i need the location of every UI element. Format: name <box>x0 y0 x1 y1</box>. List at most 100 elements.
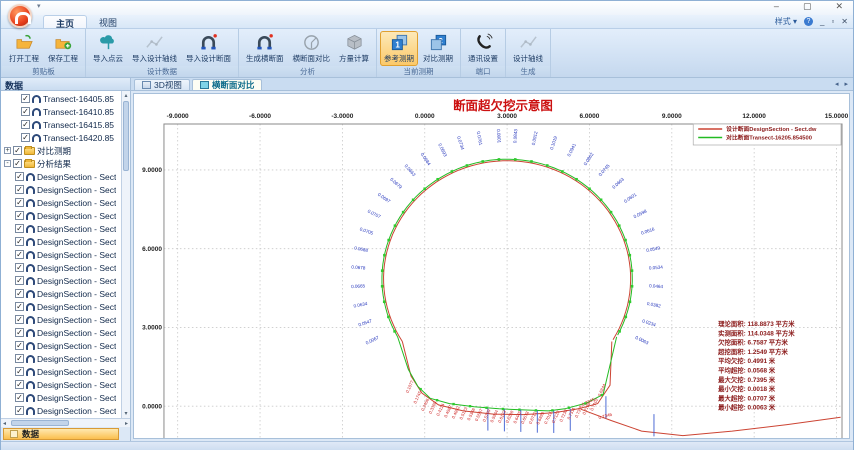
tree-checkbox[interactable]: ✓ <box>21 107 30 116</box>
tree-checkbox[interactable]: ✓ <box>15 393 24 402</box>
help-icon[interactable]: ? <box>804 17 813 26</box>
tree-checkbox[interactable]: ✓ <box>15 328 24 337</box>
scrollbar-thumb[interactable] <box>11 420 69 426</box>
section-icon <box>26 329 35 337</box>
ribbon-group-0: 打开工程保存工程剪贴板 <box>2 29 86 77</box>
overbreak-value-label: 0.0679 <box>389 177 403 190</box>
mdi-minimize-button[interactable]: _ <box>820 17 824 26</box>
vertical-scrollbar[interactable]: ▴▾ <box>121 91 130 418</box>
tree-checkbox[interactable]: ✓ <box>15 237 24 246</box>
ribbon-button-导入设计断面[interactable]: 导入设计断面 <box>182 31 235 66</box>
tree-checkbox[interactable]: ✓ <box>15 302 24 311</box>
doc-tab-0[interactable]: 3D视图 <box>134 79 190 90</box>
scrollbar-thumb[interactable] <box>123 101 129 171</box>
tree-item-section[interactable]: ✓DesignSection - Sect <box>1 378 130 391</box>
tree-item-folder[interactable]: +✓对比测期 <box>1 144 130 157</box>
ribbon-tab-0[interactable]: 主页 <box>43 15 87 28</box>
ribbon-button-设计轴线[interactable]: 设计轴线 <box>509 31 547 66</box>
horizontal-scrollbar[interactable]: ◂ ▸ <box>1 418 130 427</box>
scroll-right-icon[interactable]: ▸ <box>125 420 128 427</box>
tree-checkbox[interactable]: ✓ <box>15 172 24 181</box>
ribbon-button-通讯设置[interactable]: 通讯设置 <box>464 31 502 66</box>
tree-checkbox[interactable]: ✓ <box>21 120 30 129</box>
tree-item-section[interactable]: ✓DesignSection - Sect <box>1 170 130 183</box>
tree-checkbox[interactable]: ✓ <box>13 146 22 155</box>
maximize-button[interactable]: ▢ <box>803 1 812 12</box>
ribbon-button-横断面对比[interactable]: 横断面对比 <box>289 31 335 66</box>
tree-checkbox[interactable]: ✓ <box>15 406 24 415</box>
tree-checkbox[interactable]: ✓ <box>15 276 24 285</box>
tree-item-section[interactable]: ✓DesignSection - Sect <box>1 248 130 261</box>
collapse-icon[interactable]: - <box>4 160 11 167</box>
tree-checkbox[interactable]: ✓ <box>15 289 24 298</box>
data-panel-tab[interactable]: 数据 <box>3 428 119 440</box>
tree-checkbox[interactable]: ✓ <box>15 263 24 272</box>
style-menu-button[interactable]: 样式 ▾ <box>775 16 797 27</box>
tree-item-section[interactable]: ✓DesignSection - Sect <box>1 274 130 287</box>
ribbon-button-保存工程[interactable]: 保存工程 <box>44 31 82 66</box>
doc-tab-1[interactable]: 横断面对比 <box>192 79 263 90</box>
tree-item-section[interactable]: ✓DesignSection - Sect <box>1 235 130 248</box>
tree-item-section[interactable]: ✓DesignSection - Sect <box>1 313 130 326</box>
tree-item-section[interactable]: ✓DesignSection - Sect <box>1 391 130 404</box>
overbreak-value-label: 0.0067 <box>365 335 380 346</box>
ribbon-button-打开工程[interactable]: 打开工程 <box>5 31 43 66</box>
tree-checkbox[interactable]: ✓ <box>15 250 24 259</box>
expand-icon[interactable]: + <box>4 147 11 154</box>
main-area: ✓Transect-16405.85✓Transect-16410.85✓Tra… <box>1 91 853 441</box>
tree-checkbox[interactable]: ✓ <box>15 211 24 220</box>
tree-checkbox[interactable]: ✓ <box>15 367 24 376</box>
tree-item-section[interactable]: ✓DesignSection - Sect <box>1 196 130 209</box>
tree-checkbox[interactable]: ✓ <box>21 94 30 103</box>
tree-item-section[interactable]: ✓DesignSection - Sect <box>1 261 130 274</box>
quick-access-arrow-icon[interactable]: ▾ <box>37 2 41 10</box>
tree-checkbox[interactable]: ✓ <box>15 198 24 207</box>
app-logo-icon[interactable] <box>8 4 32 28</box>
tree-item-section[interactable]: ✓DesignSection - Sect <box>1 326 130 339</box>
doc-tab-icon <box>200 81 209 89</box>
measure-point-marker <box>535 409 537 411</box>
tree-item-transect[interactable]: ✓Transect-16420.85 <box>1 131 130 144</box>
tree-checkbox[interactable]: ✓ <box>15 185 24 194</box>
ribbon-button-参考测期[interactable]: 1参考测期 <box>380 31 418 66</box>
ribbon-button-方量计算[interactable]: 方量计算 <box>335 31 373 66</box>
stat-line: 平均超挖: 0.0568 米 <box>718 365 776 374</box>
tree-item-section[interactable]: ✓DesignSection - Sect <box>1 287 130 300</box>
tree-item-folder[interactable]: -✓分析结果 <box>1 157 130 170</box>
tree-item-section[interactable]: ✓DesignSection - Sect <box>1 209 130 222</box>
measure-point-marker <box>436 178 439 181</box>
close-button[interactable]: ✕ <box>835 1 843 12</box>
tree-item-section[interactable]: ✓DesignSection - Sect <box>1 300 130 313</box>
tree-item-section[interactable]: ✓DesignSection - Sect <box>1 404 130 417</box>
tree-checkbox[interactable]: ✓ <box>13 159 22 168</box>
tree-item-transect[interactable]: ✓Transect-16405.85 <box>1 92 130 105</box>
ribbon-group-1: 导入点云导入设计轴线导入设计断面设计数据 <box>86 29 239 77</box>
document-tabs: 3D视图横断面对比 <box>131 78 853 90</box>
mdi-close-button[interactable]: ✕ <box>841 17 848 26</box>
tree-checkbox[interactable]: ✓ <box>15 341 24 350</box>
ribbon-button-导入设计轴线[interactable]: 导入设计轴线 <box>128 31 181 66</box>
tree-checkbox[interactable]: ✓ <box>15 354 24 363</box>
ribbon-button-对比测期[interactable]: 2对比测期 <box>419 31 457 66</box>
scroll-left-icon[interactable]: ◂ <box>3 420 6 427</box>
doc-tab-nav-arrows[interactable]: ◂ ▸ <box>835 80 850 88</box>
mdi-restore-button[interactable]: ▫ <box>831 17 834 26</box>
scroll-down-icon[interactable]: ▾ <box>122 410 130 417</box>
app-window: ▾ – ▢ ✕ 主页视图 样式 ▾ ? _ ▫ ✕ 打开工程保存工程剪贴板导入点… <box>0 0 854 450</box>
tree-item-transect[interactable]: ✓Transect-16415.85 <box>1 118 130 131</box>
ribbon-tab-1[interactable]: 视图 <box>87 15 129 28</box>
tree-item-section[interactable]: ✓DesignSection - Sect <box>1 339 130 352</box>
ribbon-button-导入点云[interactable]: 导入点云 <box>89 31 127 66</box>
tree-checkbox[interactable]: ✓ <box>21 133 30 142</box>
ribbon-button-生成横断面[interactable]: 生成横断面 <box>242 31 288 66</box>
tree-item-section[interactable]: ✓DesignSection - Sect <box>1 352 130 365</box>
minimize-button[interactable]: – <box>774 1 779 12</box>
tree-item-section[interactable]: ✓DesignSection - Sect <box>1 183 130 196</box>
tree-item-section[interactable]: ✓DesignSection - Sect <box>1 365 130 378</box>
scroll-up-icon[interactable]: ▴ <box>122 92 130 99</box>
tree-checkbox[interactable]: ✓ <box>15 380 24 389</box>
tree-checkbox[interactable]: ✓ <box>15 315 24 324</box>
tree-item-transect[interactable]: ✓Transect-16410.85 <box>1 105 130 118</box>
tree-checkbox[interactable]: ✓ <box>15 224 24 233</box>
tree-item-section[interactable]: ✓DesignSection - Sect <box>1 222 130 235</box>
